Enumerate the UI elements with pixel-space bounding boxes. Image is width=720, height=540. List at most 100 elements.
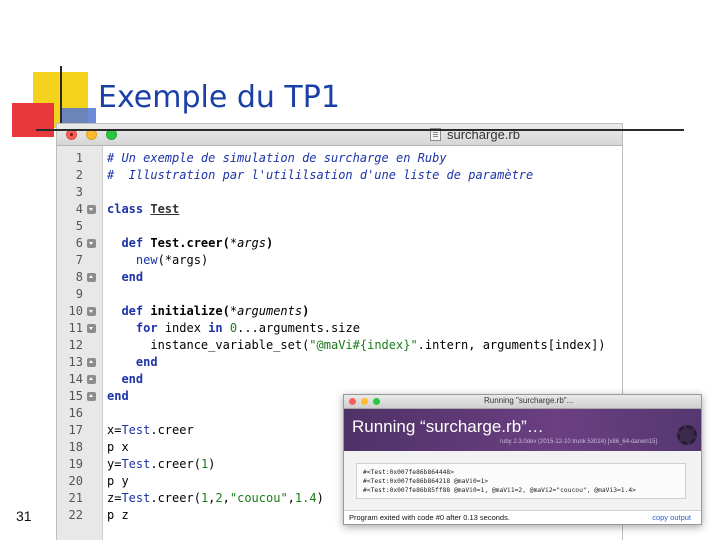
fold-start-icon[interactable]	[87, 205, 96, 214]
code-token: )	[265, 236, 274, 250]
run-footer: Program exited with code #0 after 0.13 s…	[344, 510, 701, 524]
code-token: x=	[107, 423, 122, 437]
fold-end-icon[interactable]	[87, 358, 96, 367]
fold-end-icon[interactable]	[87, 392, 96, 401]
line-number: 9	[75, 287, 83, 301]
exit-message: Program exited with code #0 after 0.13 s…	[349, 513, 510, 522]
fold-end-icon[interactable]	[87, 375, 96, 384]
code-token: 2	[215, 491, 223, 505]
code-token: p x	[107, 440, 129, 454]
code-token: )	[302, 304, 310, 318]
line-number: 18	[68, 440, 83, 454]
code-token: .intern, arguments[index])	[417, 338, 606, 352]
code-token: initialize(	[150, 304, 230, 318]
code-token: index	[164, 321, 209, 335]
code-line: for index in 0...arguments.size	[107, 320, 360, 337]
code-line: def initialize(*arguments)	[107, 303, 309, 320]
code-line: x=Test.creer	[107, 422, 194, 439]
code-token: # Un exemple de simulation de surcharge …	[107, 151, 447, 165]
slide-number: 31	[16, 508, 32, 524]
code-line: class Test	[107, 201, 179, 218]
output-line: #<Test:0x007fe86b864218 @maVi0=1>	[363, 478, 489, 485]
code-token: Test	[150, 202, 180, 216]
line-number: 16	[68, 406, 83, 420]
line-number: 7	[75, 253, 83, 267]
code-token: "coucou"	[229, 491, 288, 505]
slide-title: Exemple du TP1	[98, 80, 340, 115]
code-token: )	[316, 491, 324, 505]
copy-output-link[interactable]: copy output	[652, 513, 691, 522]
code-line: p y	[107, 473, 129, 490]
fold-start-icon[interactable]	[87, 307, 96, 316]
editor-titlebar: surcharge.rb	[57, 124, 622, 146]
code-token: ,	[287, 491, 295, 505]
code-line: y=Test.creer(1)	[107, 456, 215, 473]
code-token: p z	[107, 508, 129, 522]
code-token: Test.creer(	[150, 236, 230, 250]
run-close-button[interactable]	[349, 398, 356, 405]
line-number: 22	[68, 508, 83, 522]
line-number: 6	[75, 236, 83, 250]
code-token: ...arguments.size	[237, 321, 360, 335]
code-line: end	[107, 269, 143, 286]
line-number: 3	[75, 185, 83, 199]
code-token: .creer(	[150, 457, 201, 471]
code-token: ,	[222, 491, 230, 505]
run-body: #<Test:0x007fe86b864448> #<Test:0x007fe8…	[344, 451, 701, 524]
code-token: def	[121, 304, 151, 318]
run-version: ruby 2.3.0dev (2015-12-10 trunk 53024) […	[500, 439, 658, 445]
slide-decoration-horizontal-line	[36, 129, 684, 131]
line-number: 17	[68, 423, 83, 437]
code-line: # Illustration par l'utililsation d'une …	[107, 167, 533, 184]
code-line: instance_variable_set("@maVi#{index}".in…	[107, 337, 606, 354]
output-line: #<Test:0x007fe86b85ff88 @maVi0=1, @maVi1…	[363, 487, 636, 494]
fold-start-icon[interactable]	[87, 239, 96, 248]
code-token: for	[135, 321, 165, 335]
line-number: 15	[68, 389, 83, 403]
code-token: def	[121, 236, 151, 250]
run-titlebar: Running "surcharge.rb"...	[344, 395, 701, 409]
code-token: instance_variable_set(	[107, 338, 310, 352]
code-token: z=	[107, 491, 122, 505]
fold-start-icon[interactable]	[87, 324, 96, 333]
code-token: Test	[121, 491, 151, 505]
run-output-window: Running "surcharge.rb"... Running “surch…	[343, 394, 702, 525]
code-line: z=Test.creer(1,2,"coucou",1.4)	[107, 490, 324, 507]
line-number: 1	[75, 151, 83, 165]
line-number: 8	[75, 270, 83, 284]
code-token: *arguments	[229, 304, 303, 318]
code-line: p z	[107, 507, 129, 524]
line-number: 21	[68, 491, 83, 505]
code-line: end	[107, 354, 158, 371]
code-token: new	[135, 253, 158, 267]
code-token: .creer(	[150, 491, 201, 505]
code-token: # Illustration par l'utililsation d'une …	[107, 168, 534, 182]
run-output-box[interactable]: #<Test:0x007fe86b864448> #<Test:0x007fe8…	[356, 463, 686, 499]
code-line: new(*args)	[107, 252, 208, 269]
line-number: 4	[75, 202, 83, 216]
code-token: Test	[121, 457, 151, 471]
run-header: Running “surcharge.rb”… ruby 2.3.0dev (2…	[344, 409, 701, 451]
run-minimize-button[interactable]	[361, 398, 368, 405]
code-token: in	[208, 321, 230, 335]
code-token: "@maVi#{index}"	[309, 338, 418, 352]
run-window-title: Running "surcharge.rb"...	[484, 396, 574, 405]
line-number: 19	[68, 457, 83, 471]
code-token: .creer	[150, 423, 194, 437]
line-number: 20	[68, 474, 83, 488]
fold-end-icon[interactable]	[87, 273, 96, 282]
code-token: class	[107, 202, 151, 216]
code-line: p x	[107, 439, 129, 456]
run-zoom-button[interactable]	[373, 398, 380, 405]
code-token: *args	[229, 236, 266, 250]
line-number: 13	[68, 355, 83, 369]
line-number: 11	[68, 321, 83, 335]
code-token: end	[121, 372, 144, 386]
